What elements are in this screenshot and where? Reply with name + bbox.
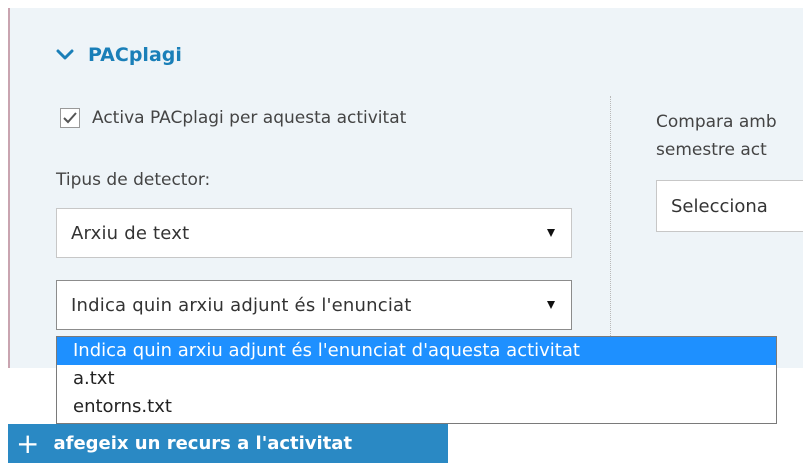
detector-type-value: Arxiu de text [71,222,190,244]
statement-file-value: Indica quin arxiu adjunt és l'enunciat [71,294,412,316]
option-statement-prompt[interactable]: Indica quin arxiu adjunt és l'enunciat d… [57,337,776,365]
statement-file-options: Indica quin arxiu adjunt és l'enunciat d… [56,336,777,424]
detector-type-select[interactable]: Arxiu de text [56,208,572,258]
column-divider [610,96,611,368]
detector-label: Tipus de detector: [56,170,211,190]
option-entorns-txt[interactable]: entorns.txt [57,393,776,421]
compare-label-line1: Compara amb [656,112,777,132]
statement-file-select[interactable]: Indica quin arxiu adjunt és l'enunciat [56,280,572,330]
section-toggle[interactable]: PACplagi [56,44,182,66]
activate-row[interactable]: Activa PACplagi per aquesta activitat [60,108,406,128]
dropdown-arrow-icon [547,229,555,237]
add-resource-button[interactable]: + afegeix un recurs a l'activitat [8,424,448,463]
compare-select-value: Selecciona [671,195,768,217]
section-title: PACplagi [88,44,182,66]
plus-icon: + [16,426,40,460]
checkmark-icon [63,112,77,124]
dropdown-arrow-icon [547,301,555,309]
option-a-txt[interactable]: a.txt [57,365,776,393]
compare-label-line2: semestre act [656,140,767,160]
chevron-down-icon [56,49,74,60]
compare-label: Compara amb semestre act [656,108,777,164]
activate-checkbox[interactable] [60,108,80,128]
add-resource-label: afegeix un recurs a l'activitat [53,433,353,454]
compare-select[interactable]: Selecciona [656,180,803,232]
activate-label: Activa PACplagi per aquesta activitat [92,108,407,128]
